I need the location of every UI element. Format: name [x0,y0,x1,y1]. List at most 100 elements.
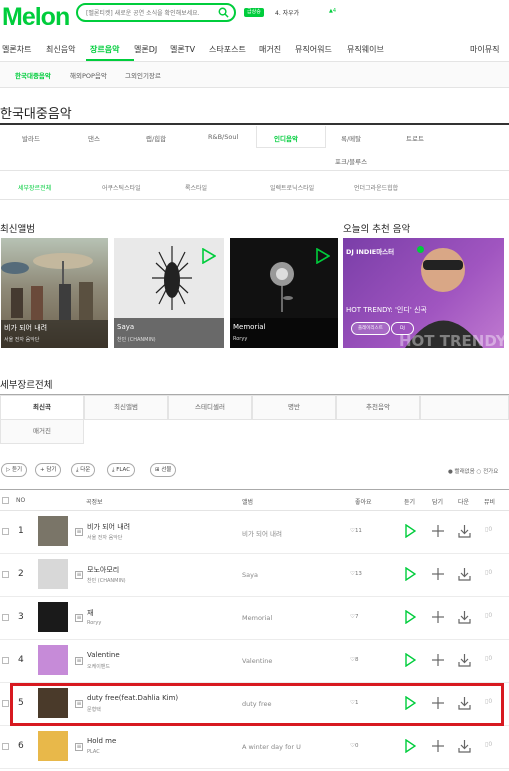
add-icon[interactable] [432,524,444,538]
song-artist[interactable]: 오케이밴드 [87,663,110,670]
mv-button[interactable]: ▯0 [485,741,492,748]
live-rank[interactable]: 4. 자우가 [275,8,299,17]
song-info-icon[interactable]: ≡ [75,743,83,751]
song-artist[interactable]: PLAC [87,749,100,755]
genre-rock[interactable]: 록/메탈 [341,133,361,143]
row-checkbox[interactable] [2,571,9,578]
flac-button[interactable]: ⤓ FLAC [107,463,136,477]
like-button[interactable]: ♡0 [350,743,358,749]
song-album[interactable]: Memorial [242,614,272,622]
download-icon[interactable] [458,610,471,624]
add-icon[interactable] [432,610,444,624]
search-icon[interactable] [218,7,229,18]
play-icon[interactable] [404,610,416,624]
subgenre-acoustic[interactable]: 어쿠스틱스타일 [102,183,141,192]
subnav-kpop[interactable]: 한국대중음악 [15,70,51,80]
mv-button[interactable]: ▯0 [485,526,492,533]
nav-tv[interactable]: 멜론TV [170,44,195,55]
row-checkbox[interactable] [2,614,9,621]
row-checkbox[interactable] [2,743,9,750]
table-row[interactable]: 1 ≡ 비가 되어 내려 서울 전자 음악단 비가 되어 내려 ♡11 ▯0 [0,511,509,554]
download-selected-button[interactable]: ⤓ 다운 [71,463,96,477]
download-icon[interactable] [458,739,471,753]
search-input[interactable]: [멜론티켓] 새로운 공연 소식을 확인해보세요. [76,3,236,22]
subnav-etc[interactable]: 그외인기장르 [125,70,161,80]
nav-dj[interactable]: 멜론DJ [134,44,157,55]
song-title[interactable]: Hold me [87,737,116,745]
album-card-3[interactable]: Memorial Roryy [230,238,338,348]
recommend-card[interactable]: DJ INDIE마스터 HOT TRENDY: '인디' 신곡 플레이리스트 D… [343,238,504,348]
nav-wave[interactable]: 뮤직웨이브 [347,44,384,55]
genre-dance[interactable]: 댄스 [88,133,100,143]
tab-classic[interactable]: 명반 [252,395,336,420]
subgenre-rock[interactable]: 록스타일 [185,183,207,192]
table-row[interactable]: 2 ≡ 모노아모리 찬민 (CHANMIN) Saya ♡13 ▯0 [0,554,509,597]
song-info-icon[interactable]: ≡ [75,571,83,579]
subnav-pop[interactable]: 해외POP음악 [70,70,107,80]
add-selected-button[interactable]: + 담기 [35,463,62,477]
song-title[interactable]: 재 [87,608,93,618]
song-album[interactable]: 비가 되어 내려 [242,528,282,538]
subgenre-all[interactable]: 세부장르전체 [18,183,51,192]
song-artist[interactable]: 서울 전자 음악단 [87,534,122,541]
genre-indie[interactable]: 인디음악 [274,133,298,143]
like-button[interactable]: ♡7 [350,614,358,620]
genre-rnb[interactable]: R&B/Soul [208,133,238,141]
genre-hiphop[interactable]: 랩/힙합 [146,133,166,143]
album-card-1[interactable]: 비가 되어 내려 서울 전자 음악단 [1,238,108,348]
nav-new[interactable]: 최신음악 [46,44,75,55]
nav-starpost[interactable]: 스타포스트 [209,44,246,55]
table-row[interactable]: 4 ≡ Valentine 오케이밴드 Valentine ♡8 ▯0 [0,640,509,683]
album-card-2[interactable]: Saya 찬민 (CHANMIN) [114,238,224,348]
tab-steady[interactable]: 스테디셀러 [168,395,252,420]
nav-chart[interactable]: 멜론차트 [2,44,31,55]
album-thumbnail[interactable] [38,559,68,589]
genre-trot[interactable]: 트로트 [406,133,424,143]
nav-award[interactable]: 뮤직어워드 [295,44,332,55]
song-album[interactable]: Valentine [242,657,272,665]
album-3-play-icon[interactable] [314,248,330,264]
like-button[interactable]: ♡11 [350,528,362,534]
row-checkbox[interactable] [2,657,9,664]
select-toggle[interactable]: ● 빨래없음 ○ 전가요 [448,467,498,475]
subgenre-electronic[interactable]: 일렉트로닉스타일 [270,183,314,192]
mv-button[interactable]: ▯0 [485,655,492,662]
download-icon[interactable] [458,524,471,538]
song-info-icon[interactable]: ≡ [75,528,83,536]
album-thumbnail[interactable] [38,602,68,632]
song-info-icon[interactable]: ≡ [75,657,83,665]
like-button[interactable]: ♡8 [350,657,358,663]
song-title[interactable]: Valentine [87,651,120,659]
song-artist[interactable]: 찬민 (CHANMIN) [87,577,126,584]
play-icon[interactable] [404,567,416,581]
add-icon[interactable] [432,739,444,753]
subgenre-underground[interactable]: 언더그라운드힙합 [354,183,398,192]
nav-magazine[interactable]: 매거진 [259,44,281,55]
tab-latest-albums[interactable]: 최신앨범 [84,395,168,420]
nav-mymusic[interactable]: 마이뮤직 [470,44,499,55]
song-artist[interactable]: Roryy [87,620,101,626]
add-icon[interactable] [432,567,444,581]
play-icon[interactable] [404,739,416,753]
mv-button[interactable]: ▯0 [485,612,492,619]
nav-genre[interactable]: 장르음악 [90,44,119,55]
play-selected-button[interactable]: ▷ 듣기 [1,463,28,477]
play-icon[interactable] [404,653,416,667]
tab-latest-songs[interactable]: 최신곡 [0,395,84,420]
row-checkbox[interactable] [2,700,9,707]
row-checkbox[interactable] [2,528,9,535]
table-row[interactable]: 6 ≡ Hold me PLAC A winter day for U ♡0 ▯… [0,726,509,769]
tab-magazine[interactable]: 매거진 [0,419,84,444]
genre-ballad[interactable]: 발라드 [22,133,40,143]
genre-folk[interactable]: 포크/블루스 [335,156,367,166]
download-icon[interactable] [458,653,471,667]
album-thumbnail[interactable] [38,516,68,546]
download-icon[interactable] [458,567,471,581]
album-2-play-icon[interactable] [200,248,216,264]
select-all-checkbox[interactable] [2,497,9,504]
recommend-playlist-button[interactable]: 플레이리스트 [351,322,390,335]
song-album[interactable]: Saya [242,571,258,579]
add-icon[interactable] [432,653,444,667]
song-album[interactable]: A winter day for U [242,743,301,751]
table-row[interactable]: 3 ≡ 재 Roryy Memorial ♡7 ▯0 [0,597,509,640]
